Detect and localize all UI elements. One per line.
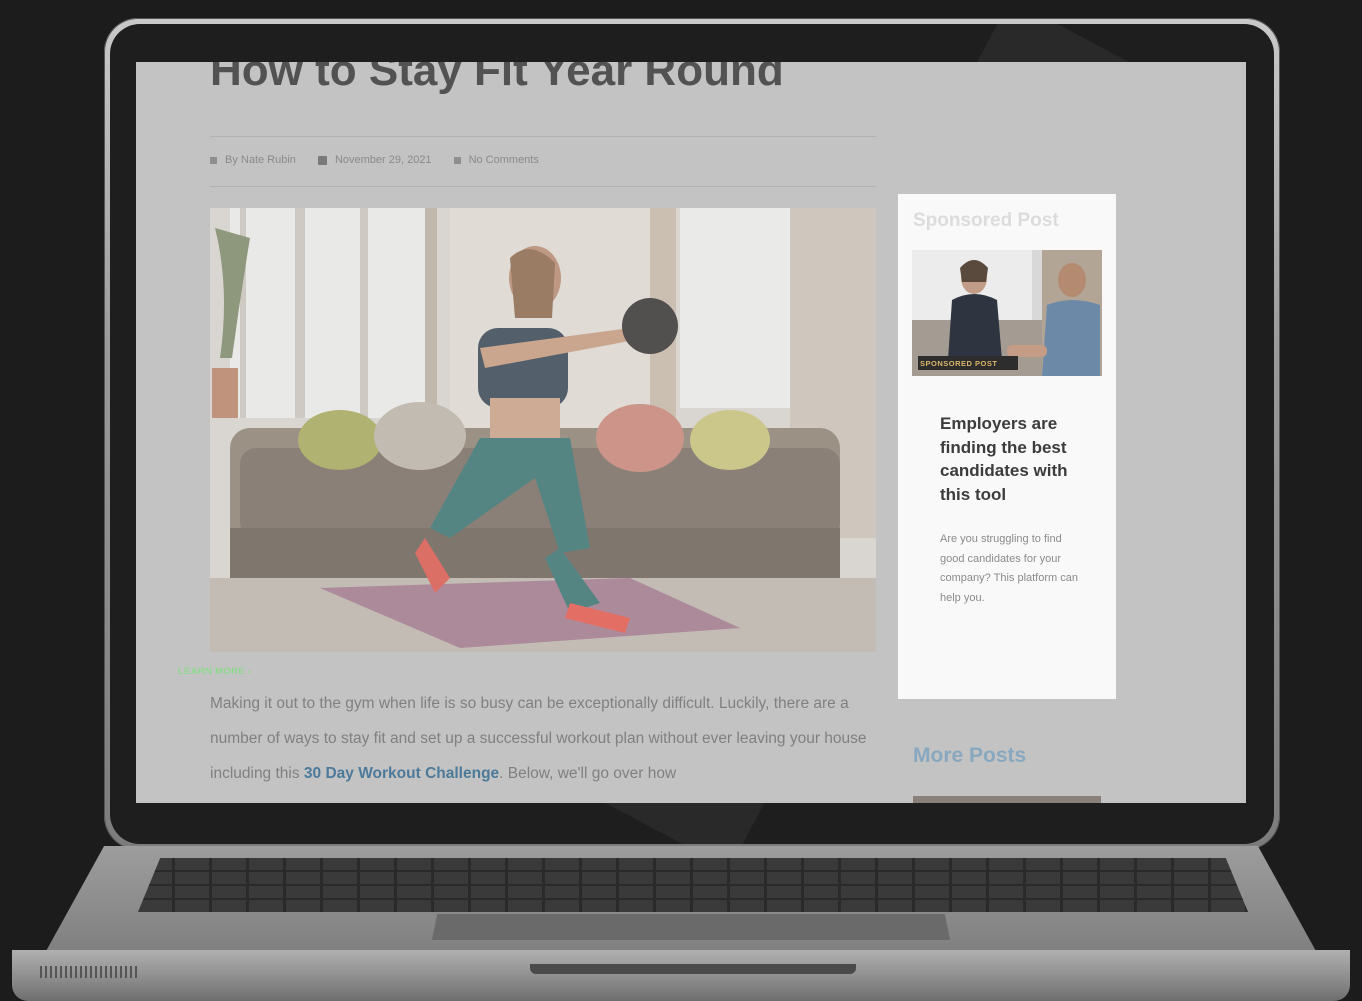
meta-comments[interactable]: No Comments bbox=[453, 154, 539, 166]
post-date: November 29, 2021 bbox=[334, 154, 432, 166]
body-text-end: . Below, we'll go over how bbox=[499, 765, 677, 782]
hero-image bbox=[210, 208, 876, 652]
laptop-base-front bbox=[12, 950, 1350, 1001]
title-divider bbox=[210, 136, 876, 137]
author-name: By Nate Rubin bbox=[225, 154, 296, 166]
meta-author[interactable]: By Nate Rubin bbox=[210, 154, 296, 166]
more-posts-thumbnail[interactable] bbox=[913, 796, 1101, 803]
sponsored-card[interactable]: Sponsored Post SPONSORED POST Employers … bbox=[898, 194, 1116, 699]
lid-notch bbox=[530, 964, 856, 974]
comment-count: No Comments bbox=[468, 154, 539, 166]
keyboard bbox=[138, 858, 1248, 912]
laptop-screen: How to Stay Fit Year Round By Nate Rubin… bbox=[136, 62, 1246, 803]
user-icon bbox=[210, 156, 217, 164]
sponsored-description: Are you struggling to find good candidat… bbox=[940, 533, 1078, 604]
handshake-illustration bbox=[912, 250, 1102, 376]
hero-illustration bbox=[210, 208, 876, 652]
post-meta: By Nate Rubin November 29, 2021 No Comme… bbox=[210, 154, 539, 166]
sponsored-heading: Sponsored Post bbox=[913, 210, 1059, 231]
meta-date[interactable]: November 29, 2021 bbox=[317, 154, 432, 166]
meta-divider bbox=[210, 186, 876, 187]
more-posts-heading: More Posts bbox=[913, 744, 1027, 767]
speaker-vent bbox=[40, 966, 140, 978]
learn-more-link[interactable]: LEARN MORE › bbox=[178, 666, 251, 677]
sponsored-image[interactable]: SPONSORED POST bbox=[912, 250, 1102, 376]
workout-challenge-link[interactable]: 30 Day Workout Challenge bbox=[304, 765, 499, 782]
calendar-icon bbox=[317, 155, 327, 165]
sponsored-badge: SPONSORED POST bbox=[920, 359, 998, 368]
comment-icon bbox=[453, 156, 461, 164]
trackpad bbox=[432, 914, 950, 940]
article-body: Making it out to the gym when life is so… bbox=[210, 686, 880, 791]
page-title: How to Stay Fit Year Round bbox=[210, 62, 784, 95]
sponsored-title[interactable]: Employers are finding the best candidate… bbox=[940, 412, 1090, 506]
